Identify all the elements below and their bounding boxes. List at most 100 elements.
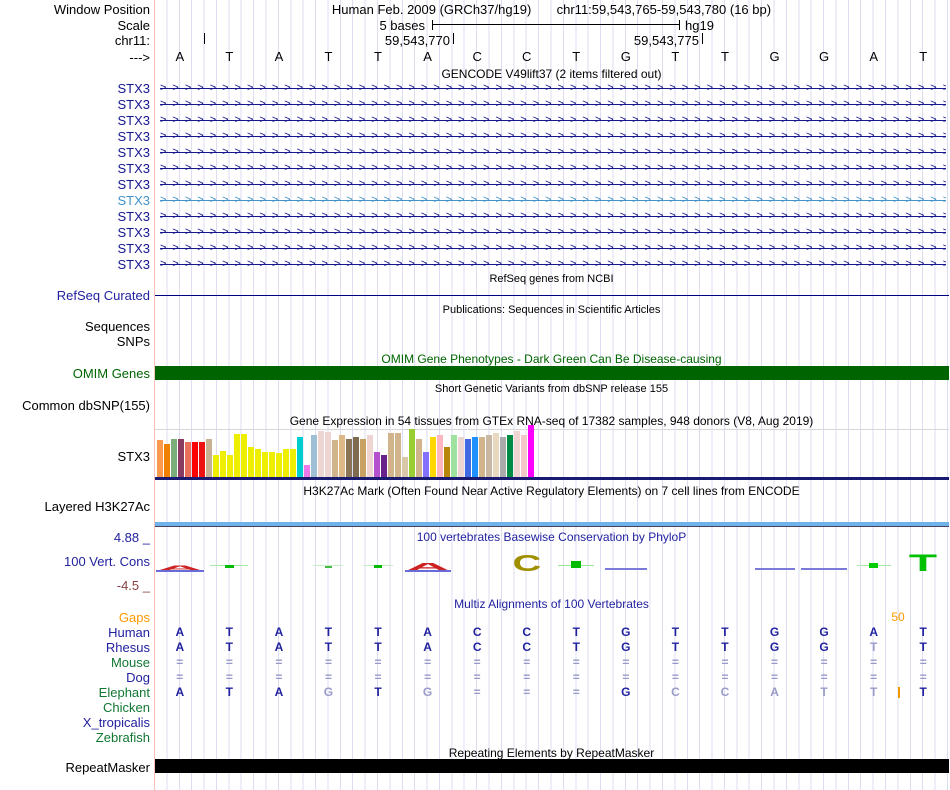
sequences-track-label[interactable]: Sequences xyxy=(0,319,150,334)
gtex-bar[interactable] xyxy=(184,442,191,477)
gtex-bar[interactable] xyxy=(401,457,408,477)
gene-label[interactable]: STX3 xyxy=(0,209,150,225)
gtex-bar[interactable] xyxy=(317,431,324,477)
gene-strand-arrows[interactable]: >>>>>>>>>>>>>>>>>>>>>>>>>>>>>>>>>>>>>>>>… xyxy=(160,225,946,241)
gtex-bar[interactable] xyxy=(471,437,478,477)
gtex-bar[interactable] xyxy=(436,435,443,477)
gtex-bar[interactable] xyxy=(429,437,436,477)
gtex-bar[interactable] xyxy=(527,425,534,477)
refseq-gene-line[interactable] xyxy=(155,295,949,296)
gtex-bar[interactable] xyxy=(240,434,247,477)
species-label-zebrafish[interactable]: Zebrafish xyxy=(0,730,150,745)
gene-row[interactable]: STX3 >>>>>>>>>>>>>>>>>>>>>>>>>>>>>>>>>>>>… xyxy=(0,209,950,225)
gtex-bar[interactable] xyxy=(226,455,233,477)
gtex-bar[interactable] xyxy=(275,453,282,477)
gtex-bar[interactable] xyxy=(513,431,520,477)
gene-strand-arrows[interactable]: >>>>>>>>>>>>>>>>>>>>>>>>>>>>>>>>>>>>>>>>… xyxy=(160,129,946,145)
gtex-bar[interactable] xyxy=(506,435,513,477)
species-label-elephant[interactable]: Elephant xyxy=(0,685,150,700)
species-row[interactable]: Rhesus A T A T T A C C T G T T G G T T xyxy=(0,640,950,655)
gtex-bar[interactable] xyxy=(464,439,471,477)
gene-row[interactable]: STX3 >>>>>>>>>>>>>>>>>>>>>>>>>>>>>>>>>>>>… xyxy=(0,129,950,145)
gtex-bar[interactable] xyxy=(373,452,380,477)
h3k27ac-track-label[interactable]: Layered H3K27Ac xyxy=(0,499,150,514)
gene-strand-arrows[interactable]: >>>>>>>>>>>>>>>>>>>>>>>>>>>>>>>>>>>>>>>>… xyxy=(160,257,946,273)
species-label-dog[interactable]: Dog xyxy=(0,670,150,685)
gene-strand-arrows[interactable]: >>>>>>>>>>>>>>>>>>>>>>>>>>>>>>>>>>>>>>>>… xyxy=(160,145,946,161)
species-label-human[interactable]: Human xyxy=(0,625,150,640)
repeatmasker-bar[interactable] xyxy=(155,759,949,773)
gene-row[interactable]: STX3 >>>>>>>>>>>>>>>>>>>>>>>>>>>>>>>>>>>>… xyxy=(0,177,950,193)
gtex-bar[interactable] xyxy=(261,452,268,477)
gene-strand-arrows[interactable]: >>>>>>>>>>>>>>>>>>>>>>>>>>>>>>>>>>>>>>>>… xyxy=(160,113,946,129)
species-row[interactable]: Zebrafish xyxy=(0,730,950,745)
gtex-bar[interactable] xyxy=(492,433,499,477)
gtex-bar[interactable] xyxy=(310,435,317,477)
gtex-bar[interactable] xyxy=(478,437,485,477)
omim-genes-label[interactable]: OMIM Genes xyxy=(0,366,150,381)
species-label-rhesus[interactable]: Rhesus xyxy=(0,640,150,655)
gaps-row-label[interactable]: Gaps xyxy=(0,610,150,625)
gtex-bar[interactable] xyxy=(499,437,506,477)
gtex-bar[interactable] xyxy=(177,439,184,477)
gtex-bar[interactable] xyxy=(233,434,240,477)
gene-strand-arrows[interactable]: >>>>>>>>>>>>>>>>>>>>>>>>>>>>>>>>>>>>>>>>… xyxy=(160,81,946,97)
gtex-bar[interactable] xyxy=(345,439,352,477)
gene-strand-arrows[interactable]: >>>>>>>>>>>>>>>>>>>>>>>>>>>>>>>>>>>>>>>>… xyxy=(160,177,946,193)
gene-label[interactable]: STX3 xyxy=(0,97,150,113)
gene-row[interactable]: STX3 >>>>>>>>>>>>>>>>>>>>>>>>>>>>>>>>>>>>… xyxy=(0,241,950,257)
gene-row[interactable]: STX3 >>>>>>>>>>>>>>>>>>>>>>>>>>>>>>>>>>>>… xyxy=(0,161,950,177)
dbsnp-track-label[interactable]: Common dbSNP(155) xyxy=(0,398,150,413)
gtex-bar[interactable] xyxy=(520,435,527,477)
gtex-bar[interactable] xyxy=(331,440,338,477)
gtex-bar[interactable] xyxy=(198,442,205,477)
gene-label[interactable]: STX3 xyxy=(0,113,150,129)
gtex-bar[interactable] xyxy=(422,452,429,477)
gene-label[interactable]: STX3 xyxy=(0,177,150,193)
gtex-bar[interactable] xyxy=(415,439,422,477)
gene-row[interactable]: STX3 >>>>>>>>>>>>>>>>>>>>>>>>>>>>>>>>>>>>… xyxy=(0,257,950,273)
gtex-bar[interactable] xyxy=(324,432,331,477)
species-label-x_tropicalis[interactable]: X_tropicalis xyxy=(0,715,150,730)
gtex-bar[interactable] xyxy=(457,437,464,477)
gtex-bar[interactable] xyxy=(247,447,254,477)
gene-label[interactable]: STX3 xyxy=(0,81,150,97)
gene-label[interactable]: STX3 xyxy=(0,257,150,273)
species-label-mouse[interactable]: Mouse xyxy=(0,655,150,670)
gene-row[interactable]: STX3 >>>>>>>>>>>>>>>>>>>>>>>>>>>>>>>>>>>>… xyxy=(0,225,950,241)
species-row[interactable]: Human A T A T T A C C T G T T G G A T xyxy=(0,625,950,640)
gene-label[interactable]: STX3 xyxy=(0,241,150,257)
species-row[interactable]: Elephant A T A G T G = = = G C C A T T T xyxy=(0,685,950,700)
species-row[interactable]: X_tropicalis xyxy=(0,715,950,730)
gene-row[interactable]: STX3 >>>>>>>>>>>>>>>>>>>>>>>>>>>>>>>>>>>>… xyxy=(0,193,950,209)
gene-label[interactable]: STX3 xyxy=(0,193,150,209)
gtex-bar[interactable] xyxy=(450,435,457,477)
gtex-bar[interactable] xyxy=(156,440,163,477)
species-row[interactable]: Dog = = = = = = = = = = = = = = = = xyxy=(0,670,950,685)
gtex-bar[interactable] xyxy=(380,455,387,477)
gene-label[interactable]: STX3 xyxy=(0,225,150,241)
species-label-chicken[interactable]: Chicken xyxy=(0,700,150,715)
gtex-bar[interactable] xyxy=(443,447,450,477)
gtex-bar[interactable] xyxy=(338,435,345,477)
gene-strand-arrows[interactable]: >>>>>>>>>>>>>>>>>>>>>>>>>>>>>>>>>>>>>>>>… xyxy=(160,161,946,177)
species-row[interactable]: Mouse = = = = = = = = = = = = = = = = xyxy=(0,655,950,670)
gtex-bar[interactable] xyxy=(352,437,359,477)
snps-track-label[interactable]: SNPs xyxy=(0,334,150,349)
gtex-gene-label[interactable]: STX3 xyxy=(0,449,150,464)
species-row[interactable]: Chicken xyxy=(0,700,950,715)
gtex-bar[interactable] xyxy=(408,429,415,477)
gene-strand-arrows[interactable]: >>>>>>>>>>>>>>>>>>>>>>>>>>>>>>>>>>>>>>>>… xyxy=(160,193,946,209)
gtex-bar[interactable] xyxy=(191,442,198,477)
gtex-bar[interactable] xyxy=(282,449,289,477)
gtex-bar[interactable] xyxy=(359,439,366,477)
gtex-bar[interactable] xyxy=(366,435,373,477)
omim-gene-bar[interactable] xyxy=(155,366,949,380)
refseq-curated-label[interactable]: RefSeq Curated xyxy=(0,288,150,303)
gene-row[interactable]: STX3 >>>>>>>>>>>>>>>>>>>>>>>>>>>>>>>>>>>>… xyxy=(0,97,950,113)
gtex-bar[interactable] xyxy=(387,433,394,477)
gene-row[interactable]: STX3 >>>>>>>>>>>>>>>>>>>>>>>>>>>>>>>>>>>>… xyxy=(0,145,950,161)
gene-label[interactable]: STX3 xyxy=(0,129,150,145)
gtex-bar[interactable] xyxy=(254,449,261,477)
gene-label[interactable]: STX3 xyxy=(0,145,150,161)
